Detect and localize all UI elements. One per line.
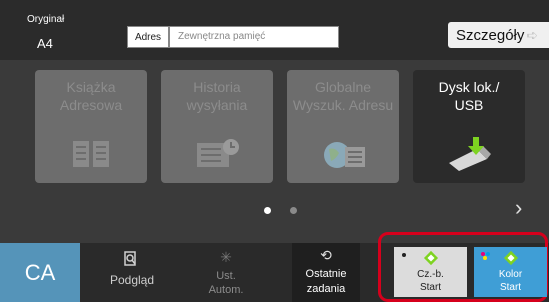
bw-dot-icon: [402, 253, 406, 257]
tile-label-line1: Dysk lok./: [438, 79, 500, 95]
destination-panel: Książka Adresowa Historia wysyłania Global…: [0, 60, 549, 243]
tile-send-history[interactable]: Historia wysyłania: [161, 70, 273, 183]
preview-icon: [124, 251, 136, 266]
recent-jobs-button[interactable]: ⟲ Ostatnie zadania: [292, 243, 360, 302]
address-book-icon: [73, 141, 109, 167]
global-search-icon: [324, 142, 365, 168]
start-diamond-icon: [423, 250, 439, 266]
clear-all-button[interactable]: CA: [0, 243, 80, 302]
tile-label-line1: Książka: [66, 79, 116, 95]
send-history-icon: [197, 139, 239, 167]
original-label: Oryginał: [27, 14, 65, 25]
recent-jobs-line1: Ostatnie: [305, 268, 347, 280]
address-input[interactable]: Zewnętrzna pamięć: [169, 26, 339, 48]
tile-label-line1: Historia: [193, 79, 241, 95]
original-size[interactable]: A4: [37, 36, 53, 51]
page-indicator-1: [264, 207, 271, 214]
bw-start-line2: Start: [419, 282, 442, 293]
color-start-line2: Start: [499, 282, 522, 293]
preview-label: Podgląd: [109, 273, 155, 287]
top-bar: Oryginał A4 Adres Zewnętrzna pamięć Szcz…: [0, 0, 549, 60]
address-label[interactable]: Adres: [127, 26, 169, 48]
tile-local-drive-usb[interactable]: Dysk lok./ USB: [413, 70, 525, 183]
bw-start-line1: Cz.-b.: [417, 269, 444, 280]
auto-set-line2: Autom.: [208, 284, 244, 296]
arrow-right-icon: ➪: [526, 27, 539, 43]
tile-label-line2: Wyszuk. Adresu: [292, 97, 394, 113]
auto-set-line1: Ust.: [216, 270, 236, 282]
start-diamond-icon: [503, 250, 519, 266]
recent-jobs-line2: zadania: [306, 283, 346, 295]
tile-label-line2: USB: [454, 97, 484, 113]
chevron-right-icon[interactable]: ›: [515, 195, 522, 221]
color-start-line1: Kolor: [498, 269, 523, 280]
page-indicator-2: [290, 207, 297, 214]
history-icon: ⟲: [320, 247, 332, 263]
color-start-button[interactable]: Kolor Start: [474, 247, 547, 297]
tile-global-search[interactable]: Globalne Wyszuk. Adresu: [287, 70, 399, 183]
bw-start-button[interactable]: Cz.-b. Start: [394, 247, 467, 297]
details-label: Szczegóły: [456, 27, 525, 44]
auto-set-button[interactable]: ✳ Ust. Autom.: [186, 243, 266, 302]
auto-set-icon: ✳: [220, 249, 232, 265]
details-button[interactable]: Szczegóły ➪: [448, 22, 549, 48]
tile-address-book[interactable]: Książka Adresowa: [35, 70, 147, 183]
color-dots-icon: [481, 252, 491, 260]
tile-label-line1: Globalne: [314, 79, 372, 95]
tile-label-line2: wysyłania: [186, 97, 248, 113]
tile-label-line2: Adresowa: [59, 97, 123, 113]
preview-button[interactable]: Podgląd: [90, 243, 174, 302]
usb-drive-icon: [449, 137, 491, 171]
